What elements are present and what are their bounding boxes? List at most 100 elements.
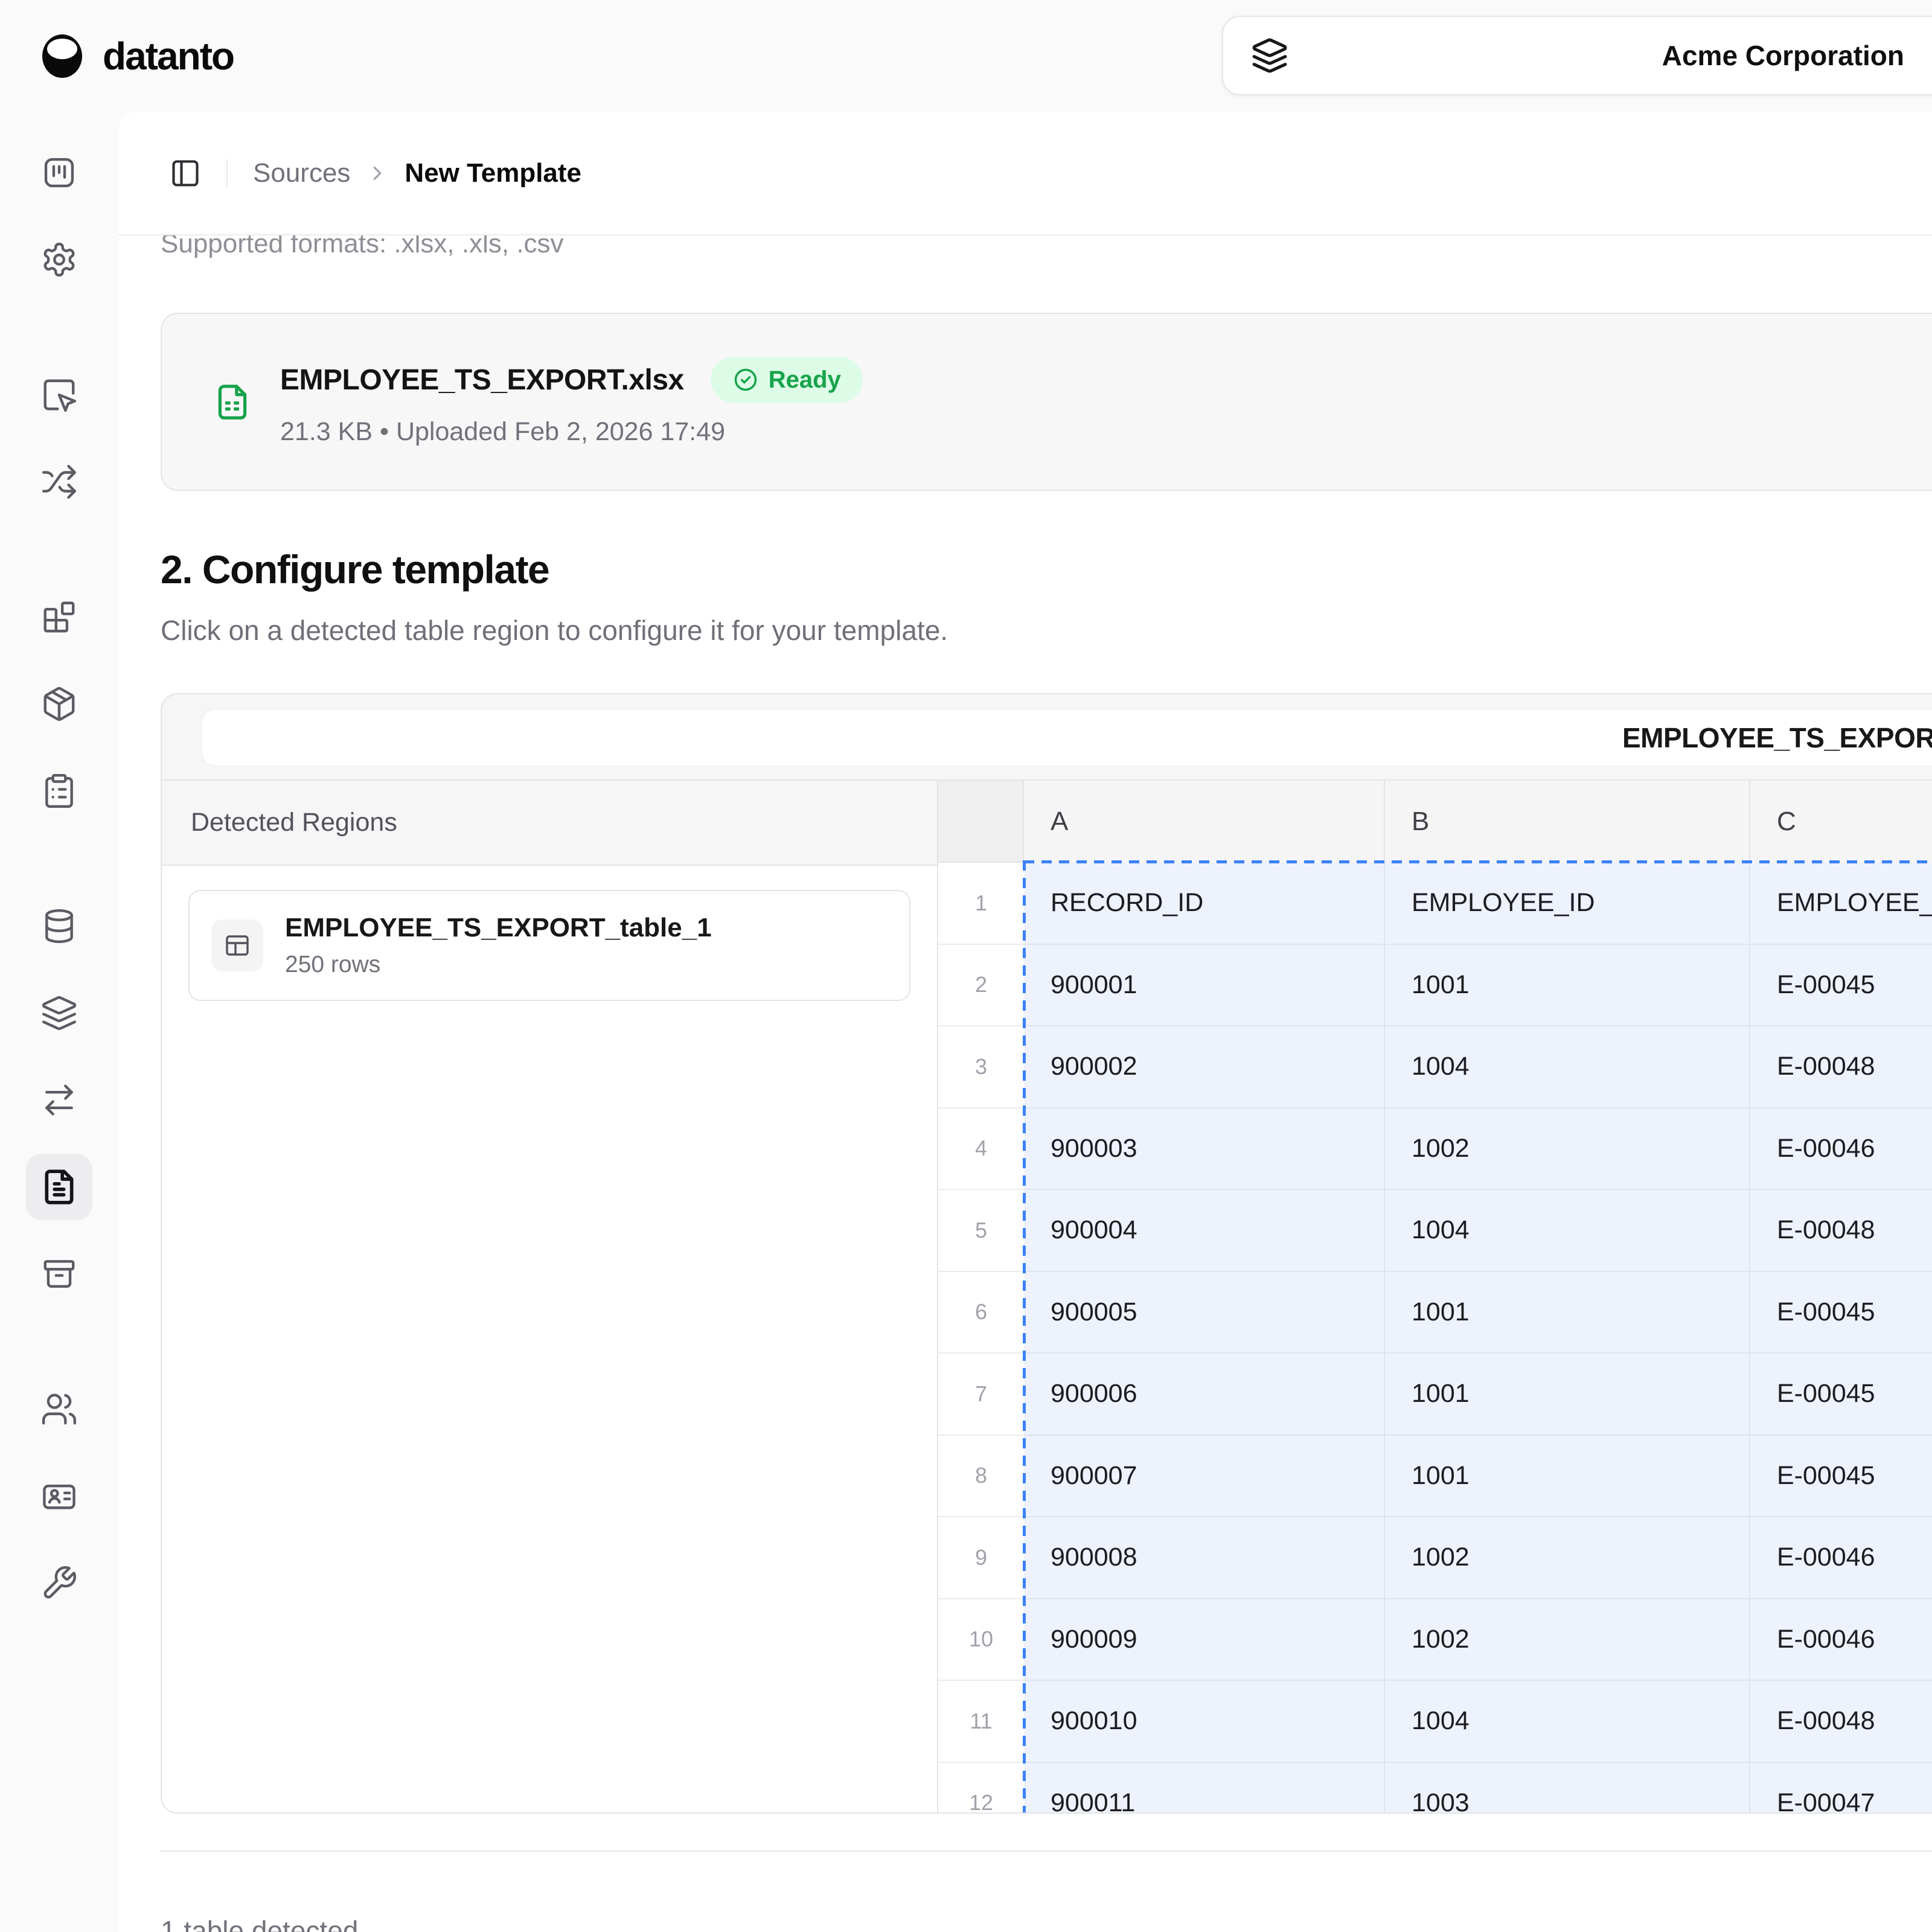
- file-name: EMPLOYEE_TS_EXPORT.xlsx: [280, 363, 684, 397]
- sheet-cell: 1001: [1385, 945, 1750, 1027]
- breadcrumb-item-sources[interactable]: Sources: [253, 158, 350, 188]
- page-scroll-area: Supported formats: .xlsx, .xls, .csv EMP…: [118, 226, 1932, 1932]
- sidebar-item-id-card[interactable]: [26, 1463, 92, 1529]
- row-number: 12: [938, 1763, 1024, 1813]
- breadcrumb-divider: [226, 159, 228, 187]
- sidebar-item-settings[interactable]: [26, 226, 92, 293]
- sidebar: [0, 112, 118, 1932]
- sidebar-item-archive[interactable]: [26, 1241, 92, 1307]
- column-header-A: A: [1024, 781, 1385, 863]
- sidebar-item-blocks[interactable]: [26, 584, 92, 650]
- users-icon: [40, 1390, 78, 1428]
- sheet-cell: 1002: [1385, 1599, 1750, 1681]
- table-viewer-panel: EMPLOYEE_TS_EXPORT.xlsx Detected Regions…: [161, 693, 1932, 1814]
- sheet-cell: E-00048: [1750, 1681, 1932, 1763]
- square-mouse-pointer-icon: [40, 376, 78, 414]
- arrow-right-left-icon: [40, 1081, 78, 1119]
- grid-header: ABC: [938, 781, 1932, 863]
- row-number: 11: [938, 1681, 1024, 1763]
- table-icon: [211, 920, 263, 971]
- sheet-row: 49000031002E-00046: [938, 1108, 1932, 1191]
- panel-left-icon: [170, 158, 201, 189]
- sheet-cell: 1004: [1385, 1026, 1750, 1108]
- sheet-cell: E-00046: [1750, 1517, 1932, 1599]
- row-number: 5: [938, 1190, 1024, 1272]
- sheet-row: 99000081002E-00046: [938, 1517, 1932, 1599]
- sheet-cell: 900001: [1024, 945, 1385, 1027]
- chevron-right-icon: [366, 162, 389, 185]
- sidebar-item-arrow-right-left[interactable]: [26, 1067, 92, 1133]
- sidebar-item-layers[interactable]: [26, 980, 92, 1046]
- breadcrumb-current: New Template: [405, 158, 581, 188]
- org-switcher[interactable]: Acme Corporation: [1222, 16, 1932, 95]
- sheet-cell: 1001: [1385, 1354, 1750, 1436]
- sheet-cell: 900003: [1024, 1108, 1385, 1191]
- selection-border-top: [1024, 860, 1932, 863]
- sheet-cell: RECORD_ID: [1024, 863, 1385, 945]
- sheet-cell: 900011: [1024, 1763, 1385, 1813]
- top-bar: datanto Acme Corporation: [0, 0, 1932, 112]
- selection-border-left: [1023, 860, 1026, 1812]
- viewer-toolbar: EMPLOYEE_TS_EXPORT.xlsx: [202, 709, 1932, 766]
- row-number: 1: [938, 863, 1024, 945]
- sidebar-item-package[interactable]: [26, 671, 92, 737]
- sheet-row: 29000011001E-00045: [938, 945, 1932, 1027]
- sidebar-toggle-button[interactable]: [170, 158, 201, 189]
- status-badge: Ready: [711, 357, 863, 403]
- brand-name: datanto: [103, 34, 234, 78]
- file-text-icon: [40, 1168, 78, 1206]
- sidebar-item-wrench[interactable]: [26, 1550, 92, 1616]
- sheet-cell: EMPLOYEE_ID: [1385, 863, 1750, 945]
- sheet-cell: 900010: [1024, 1681, 1385, 1763]
- sheet-row: 39000021004E-00048: [938, 1026, 1932, 1108]
- sheet-cell: 900009: [1024, 1599, 1385, 1681]
- row-number: 10: [938, 1599, 1024, 1681]
- sidebar-item-shuffle[interactable]: [26, 449, 92, 515]
- main-content: Sources New Template Supported formats: …: [118, 112, 1932, 1932]
- sheet-cell: EMPLOYEE_: [1750, 863, 1932, 945]
- sheet-cell: 1004: [1385, 1681, 1750, 1763]
- sidebar-item-clipboard-list[interactable]: [26, 758, 92, 824]
- sheet-cell: 900008: [1024, 1517, 1385, 1599]
- sidebar-item-users[interactable]: [26, 1376, 92, 1442]
- section-description: Click on a detected table region to conf…: [161, 614, 1932, 647]
- sheet-cell: 900007: [1024, 1436, 1385, 1518]
- check-circle-icon: [732, 366, 759, 393]
- sidebar-item-square-kanban[interactable]: [26, 139, 92, 206]
- section-title: 2. Configure template: [161, 546, 1932, 592]
- settings-icon: [40, 241, 78, 278]
- status-label: Ready: [769, 366, 841, 394]
- sheet-cell: 900005: [1024, 1272, 1385, 1354]
- file-meta: 21.3 KB • Uploaded Feb 2, 2026 17:49: [280, 417, 863, 447]
- region-card[interactable]: EMPLOYEE_TS_EXPORT_table_1 250 rows: [188, 890, 910, 1001]
- sheet-cell: E-00045: [1750, 945, 1932, 1027]
- archive-icon: [40, 1255, 78, 1293]
- breadcrumb: Sources New Template: [118, 112, 1932, 235]
- layers-icon: [40, 994, 78, 1032]
- row-number: 4: [938, 1108, 1024, 1191]
- square-kanban-icon: [40, 154, 78, 191]
- sheet-cell: 1004: [1385, 1190, 1750, 1272]
- sidebar-item-file-text[interactable]: [26, 1154, 92, 1220]
- sidebar-item-square-mouse-pointer[interactable]: [26, 362, 92, 428]
- grid-corner-cell: [938, 781, 1024, 863]
- row-number: 8: [938, 1436, 1024, 1518]
- column-header-B: B: [1385, 781, 1750, 863]
- datanto-logo-icon: [42, 34, 82, 78]
- sheet-cell: E-00048: [1750, 1190, 1932, 1272]
- row-number: 6: [938, 1272, 1024, 1354]
- row-number: 9: [938, 1517, 1024, 1599]
- sheet-cell: 1001: [1385, 1436, 1750, 1518]
- sheet-cell: 900002: [1024, 1026, 1385, 1108]
- sheet-cell: E-00046: [1750, 1599, 1932, 1681]
- detected-regions-list: EMPLOYEE_TS_EXPORT_table_1 250 rows: [162, 866, 937, 1812]
- uploaded-file-card: EMPLOYEE_TS_EXPORT.xlsx Ready 21.3 KB • …: [161, 313, 1932, 491]
- spreadsheet-preview: ABC 1RECORD_IDEMPLOYEE_IDEMPLOYEE_ 29000…: [938, 781, 1932, 1812]
- sheet-cell: 1002: [1385, 1108, 1750, 1191]
- blocks-icon: [40, 598, 78, 636]
- sidebar-item-database[interactable]: [26, 893, 92, 959]
- database-icon: [40, 907, 78, 945]
- sheet-cell: 1002: [1385, 1517, 1750, 1599]
- sheet-cell: 1001: [1385, 1272, 1750, 1354]
- layers-icon: [1251, 37, 1288, 74]
